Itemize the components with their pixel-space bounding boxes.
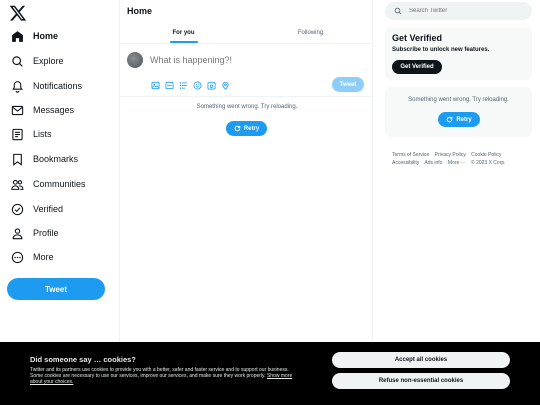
footer-link-ads-info[interactable]: Ads info bbox=[424, 160, 442, 166]
nav-item-more[interactable]: More bbox=[5, 246, 54, 268]
verified-icon bbox=[11, 203, 24, 216]
accept-cookies-button[interactable]: Accept all cookies bbox=[332, 352, 510, 368]
cookie-text: Twitter and its partners use cookies to … bbox=[30, 367, 302, 385]
tab-following[interactable]: Following bbox=[247, 24, 374, 44]
nav-item-notifications[interactable]: Notifications bbox=[5, 75, 82, 97]
error-message: Something went wrong. Try reloading. bbox=[408, 97, 509, 103]
gif-icon[interactable] bbox=[165, 81, 174, 90]
left-nav: Home Explore Notifications Messages List… bbox=[0, 0, 120, 342]
nav-item-messages[interactable]: Messages bbox=[5, 99, 74, 121]
nav-label: More bbox=[33, 252, 54, 262]
avatar[interactable] bbox=[127, 52, 143, 68]
nav-label: Bookmarks bbox=[33, 154, 79, 164]
x-logo-icon[interactable] bbox=[9, 4, 27, 22]
nav-item-lists[interactable]: Lists bbox=[5, 123, 52, 145]
poll-icon[interactable] bbox=[179, 81, 188, 90]
footer-link-accessibility[interactable]: Accessibility bbox=[392, 160, 419, 166]
nav-item-bookmarks[interactable]: Bookmarks bbox=[5, 148, 78, 170]
refresh-icon bbox=[234, 125, 241, 132]
refresh-icon bbox=[446, 116, 453, 123]
nav-item-communities[interactable]: Communities bbox=[5, 173, 86, 195]
nav-item-home[interactable]: Home bbox=[5, 25, 58, 47]
footer-link-more[interactable]: More ··· bbox=[448, 160, 466, 166]
nav-item-explore[interactable]: Explore bbox=[5, 50, 64, 72]
nav-label: Lists bbox=[33, 129, 52, 139]
retry-button[interactable]: Retry bbox=[226, 121, 267, 136]
footer-link-cookies[interactable]: Cookie Policy bbox=[471, 152, 501, 158]
main-timeline: Home For you Following Tweet Something w… bbox=[119, 0, 374, 342]
cookie-body: Twitter and its partners use cookies to … bbox=[30, 367, 289, 379]
nav-item-profile[interactable]: Profile bbox=[5, 222, 59, 244]
emoji-icon[interactable] bbox=[193, 81, 202, 90]
nav-item-verified[interactable]: Verified bbox=[5, 198, 63, 220]
nav-label: Messages bbox=[33, 105, 75, 115]
refuse-cookies-button[interactable]: Refuse non-essential cookies bbox=[332, 373, 510, 389]
search-icon bbox=[394, 7, 402, 15]
retry-label: Retry bbox=[243, 125, 260, 132]
divider bbox=[120, 43, 374, 44]
search-icon bbox=[11, 55, 24, 68]
get-verified-button[interactable]: Get Verified bbox=[392, 60, 442, 74]
divider bbox=[120, 96, 374, 97]
home-icon bbox=[11, 30, 24, 43]
get-verified-card: Get Verified Subscribe to unlock new fea… bbox=[385, 27, 532, 80]
trends-card: Something went wrong. Try reloading. Ret… bbox=[385, 87, 532, 137]
list-icon bbox=[11, 128, 24, 141]
more-circle-icon bbox=[11, 251, 24, 264]
mail-icon bbox=[11, 104, 24, 117]
nav-label: Profile bbox=[33, 228, 59, 238]
person-icon bbox=[11, 227, 24, 240]
footer-link-privacy[interactable]: Privacy Policy bbox=[435, 152, 466, 158]
footer-link-terms[interactable]: Terms of Service bbox=[392, 152, 429, 158]
image-icon[interactable] bbox=[151, 81, 160, 90]
nav-label: Notifications bbox=[33, 81, 83, 91]
card-subtitle: Subscribe to unlock new features. bbox=[392, 47, 490, 53]
retry-label: Retry bbox=[456, 116, 472, 123]
nav-label: Explore bbox=[33, 56, 64, 66]
nav-label: Communities bbox=[33, 179, 86, 189]
location-icon[interactable] bbox=[221, 81, 230, 90]
compose-tweet-button[interactable]: Tweet bbox=[332, 77, 364, 92]
search-input[interactable] bbox=[409, 8, 519, 14]
bookmark-icon bbox=[11, 153, 24, 166]
nav-label: Home bbox=[33, 31, 59, 41]
cookie-title: Did someone say … cookies? bbox=[30, 355, 136, 364]
card-title: Get Verified bbox=[392, 33, 443, 43]
compose-toolbar bbox=[151, 81, 230, 90]
schedule-icon[interactable] bbox=[207, 81, 216, 90]
footer-links: Terms of Service Privacy Policy Cookie P… bbox=[392, 151, 532, 167]
retry-button[interactable]: Retry bbox=[438, 112, 480, 127]
search-box[interactable] bbox=[385, 2, 532, 20]
copyright: © 2023 X Corp. bbox=[471, 160, 506, 166]
tweet-button[interactable]: Tweet bbox=[7, 278, 105, 300]
error-message: Something went wrong. Try reloading. bbox=[196, 104, 298, 110]
people-icon bbox=[11, 178, 24, 191]
bell-icon bbox=[11, 80, 24, 93]
compose-input[interactable] bbox=[150, 55, 330, 65]
page-title: Home bbox=[127, 6, 153, 16]
nav-label: Verified bbox=[33, 204, 64, 214]
